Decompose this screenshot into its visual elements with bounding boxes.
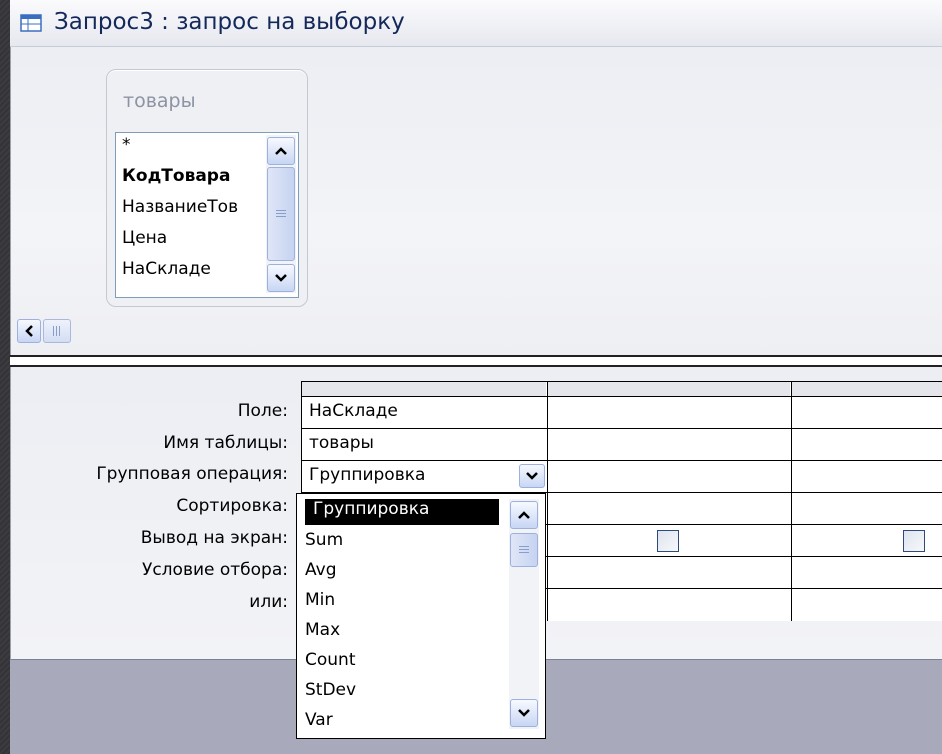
row-label-group: Групповая операция: (96, 464, 288, 484)
field-item-price[interactable]: Цена (122, 228, 167, 248)
row-label-field: Поле: (237, 401, 288, 421)
field-item-name[interactable]: НазваниеТов (122, 197, 238, 217)
cell-table-1[interactable]: товары (309, 433, 374, 453)
field-item-all[interactable]: * (122, 135, 131, 155)
table-name: товары (123, 90, 196, 112)
field-list-scrollbar[interactable] (266, 135, 296, 293)
scroll-thumb[interactable] (510, 533, 538, 567)
scroll-thumb[interactable] (267, 167, 295, 261)
chevron-left-icon (25, 325, 33, 337)
row-label-show: Вывод на экран: (140, 528, 288, 548)
chevron-up-icon (518, 511, 530, 519)
scroll-down-button[interactable] (267, 264, 295, 292)
table-pane[interactable]: товары * КодТовара НазваниеТов Цена НаСк… (10, 47, 942, 355)
row-label-criteria: Условие отбора: (141, 560, 288, 580)
field-list[interactable]: * КодТовара НазваниеТов Цена НаСкладе (115, 132, 299, 298)
window-title: Запрос3 : запрос на выборку (54, 9, 405, 35)
grip-icon (519, 546, 529, 554)
dropdown-option-max[interactable]: Max (305, 620, 340, 640)
column-selector-1[interactable] (302, 382, 546, 396)
scroll-up-button[interactable] (510, 501, 538, 529)
horizontal-scroll-thumb[interactable] (43, 319, 71, 343)
scroll-up-button[interactable] (267, 137, 295, 165)
chevron-down-icon (518, 709, 530, 717)
group-operation-dropdown-button[interactable] (519, 464, 545, 488)
field-item-instock[interactable]: НаСкладе (122, 259, 211, 279)
scroll-down-button[interactable] (510, 699, 538, 727)
title-bar[interactable]: Запрос3 : запрос на выборку (10, 0, 942, 47)
show-checkbox-2[interactable] (657, 530, 679, 552)
cell-group-1[interactable]: Группировка (309, 465, 425, 485)
row-label-or: или: (249, 592, 288, 612)
chevron-up-icon (275, 147, 287, 155)
table-field-list-window[interactable]: товары * КодТовара НазваниеТов Цена НаСк… (106, 69, 308, 307)
dropdown-option-min[interactable]: Min (305, 590, 335, 610)
query-icon (20, 14, 42, 32)
grid-line (301, 460, 942, 461)
grid-line (301, 381, 942, 382)
dropdown-option-sum[interactable]: Sum (305, 530, 343, 550)
dropdown-option-avg[interactable]: Avg (305, 560, 337, 580)
column-selector-2[interactable] (548, 382, 790, 396)
chevron-down-icon (275, 274, 287, 282)
grid-line (301, 396, 942, 397)
grid-line (547, 381, 548, 621)
grid-line (301, 428, 942, 429)
group-operation-dropdown-list[interactable]: Группировка Sum Avg Min Max Count StDev … (296, 493, 546, 739)
dropdown-option-var[interactable]: Var (305, 710, 333, 730)
grid-line (791, 381, 792, 621)
column-selector-3[interactable] (792, 382, 942, 396)
cell-field-1[interactable]: НаСкладе (309, 401, 398, 421)
dropdown-scrollbar[interactable] (509, 499, 539, 729)
dropdown-option-count[interactable]: Count (305, 650, 356, 670)
row-label-table: Имя таблицы: (163, 433, 288, 453)
show-checkbox-3[interactable] (903, 530, 925, 552)
dropdown-option-group[interactable]: Группировка (313, 499, 429, 519)
scroll-left-button[interactable] (17, 319, 41, 343)
chevron-down-icon (526, 472, 538, 480)
grip-icon (276, 210, 286, 218)
row-label-sort: Сортировка: (176, 496, 288, 516)
grip-icon (53, 326, 61, 336)
pane-splitter[interactable] (10, 355, 942, 367)
field-item-key[interactable]: КодТовара (122, 166, 230, 186)
dropdown-option-stdev[interactable]: StDev (305, 680, 356, 700)
